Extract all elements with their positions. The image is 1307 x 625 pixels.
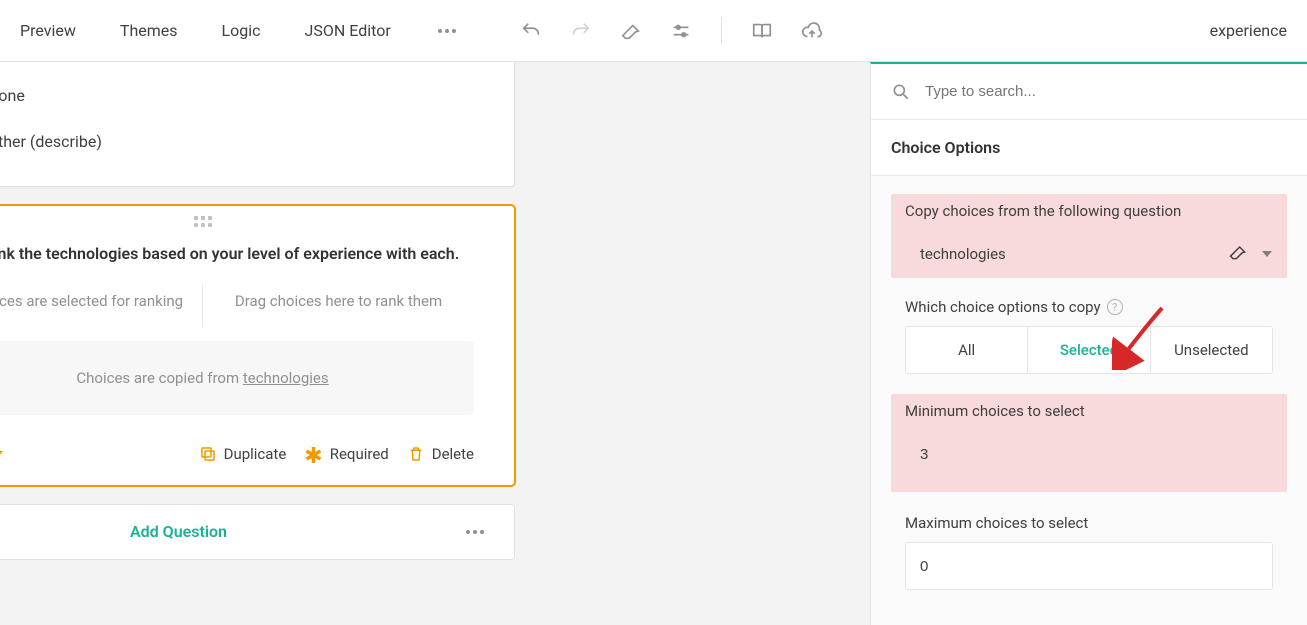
segment-unselected[interactable]: Unselected [1151,327,1272,373]
copy-from-label: Copy choices from the following question [905,202,1287,220]
copy-from-select[interactable]: technologies [905,230,1287,278]
chevron-down-icon[interactable] [1262,251,1272,257]
copied-prefix: Choices are copied from [76,369,242,387]
tab-json-editor[interactable]: JSON Editor [305,17,391,44]
max-choices-input-wrap [905,542,1273,590]
chevron-down-icon [0,451,3,457]
choice-none-label: None [0,86,25,105]
search-row [871,64,1307,120]
which-to-copy-label: Which choice options to copy ? [905,298,1273,316]
copied-source-link[interactable]: technologies [243,369,329,387]
tab-preview[interactable]: Preview [20,17,76,44]
ranking-target-col[interactable]: Drag choices here to rank them [203,280,474,331]
max-choices-label: Maximum choices to select [905,514,1273,532]
choice-other-row[interactable]: Other (describe) [0,118,490,164]
delete-label: Delete [432,445,474,463]
min-choices-group: Minimum choices to select [891,394,1287,492]
panel-heading: Choice Options [871,120,1307,176]
required-label: Required [330,445,389,463]
toolbar-more-icon[interactable] [435,19,459,43]
min-choices-input-wrap [905,430,1273,478]
search-input[interactable] [925,83,1287,100]
choice-other-label: Other (describe) [0,132,102,151]
copy-from-value: technologies [920,245,1228,263]
eraser-icon[interactable] [619,19,643,43]
ranking-columns: All choices are selected for ranking Dra… [0,280,474,331]
help-icon[interactable]: ? [1107,299,1123,315]
panel-body: Copy choices from the following question… [871,176,1307,625]
ranking-source-col[interactable]: All choices are selected for ranking [0,280,202,331]
clear-selection-icon[interactable] [1228,242,1248,266]
tab-logic[interactable]: Logic [222,17,261,44]
question-card-selected[interactable]: Please rank the technologies based on yo… [0,205,515,486]
duplicate-label: Duplicate [224,445,287,463]
copy-from-group: Copy choices from the following question… [891,194,1287,278]
question-title[interactable]: Please rank the technologies based on yo… [0,236,514,280]
add-question-button[interactable]: Add Question [0,522,466,541]
redo-icon[interactable] [569,19,593,43]
segment-selected[interactable]: Selected [1028,327,1150,373]
search-icon [891,82,911,102]
main-canvas: None Other (describe) Please rank the te… [0,62,870,625]
drag-handle-icon[interactable] [0,206,514,236]
properties-panel: Choice Options Copy choices from the fol… [870,62,1307,625]
toolbar-separator [721,17,722,45]
max-choices-input[interactable] [920,558,1258,575]
which-to-copy-segment: All Selected Unselected [905,326,1273,374]
add-question-more-icon[interactable] [466,530,490,534]
segment-all[interactable]: All [906,327,1028,373]
delete-button[interactable]: Delete [407,445,474,463]
cloud-upload-icon[interactable] [800,19,824,43]
undo-icon[interactable] [519,19,543,43]
question-type-dropdown[interactable]: Ranking [0,445,3,463]
top-toolbar: Preview Themes Logic JSON Editor [0,0,1307,62]
context-label: experience [1210,21,1287,40]
min-choices-label: Minimum choices to select [905,402,1273,420]
min-choices-input[interactable] [920,446,1258,463]
book-icon[interactable] [750,19,774,43]
add-question-row: Add Question [0,504,515,560]
choices-copied-notice: Choices are copied from technologies [0,341,474,415]
question-card-upper[interactable]: None Other (describe) [0,62,515,187]
settings-sliders-icon[interactable] [669,19,693,43]
choice-none-row[interactable]: None [0,72,490,118]
question-footer: Ranking Duplicate ✱ Required [0,441,514,485]
required-button[interactable]: ✱ Required [304,445,388,463]
tab-themes[interactable]: Themes [120,17,178,44]
duplicate-button[interactable]: Duplicate [199,445,287,463]
